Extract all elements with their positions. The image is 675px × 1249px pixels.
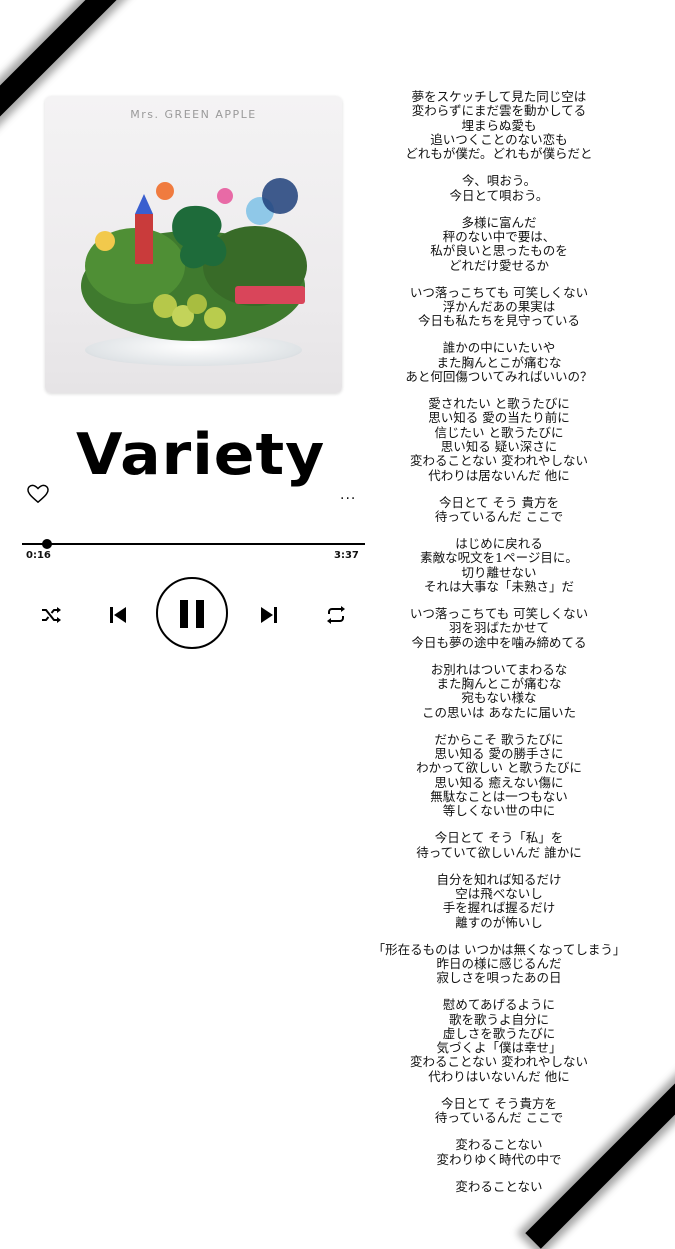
lyrics-stanza: 変わることない bbox=[358, 1178, 640, 1194]
lyric-line: 今、唄おう。 bbox=[461, 173, 537, 189]
current-time: 0:16 bbox=[26, 550, 51, 561]
lyric-line: 今日とて そう貴方を bbox=[440, 1095, 558, 1111]
lyrics-stanza: お別れはついてまわるな また胸んとこが痛むな 宛もない様な この思いは あなたに届いた bbox=[358, 661, 640, 720]
lyrics-stanza: いつ落っこちても 可笑しくない 羽を羽ばたかせて 今日も夢の途中を噛み締めてる bbox=[358, 605, 640, 650]
lyrics-stanza: 今日とて そう貴方を 待っているんだ ここで bbox=[358, 1095, 640, 1126]
lyric-line: 待っているんだ ここで bbox=[434, 1110, 564, 1126]
lyric-line: また胸んとこが痛むな bbox=[436, 354, 562, 370]
lyric-line: 今日も私たちを見守っている bbox=[418, 313, 580, 329]
lyric-line: 今日とて そう「私」を bbox=[434, 830, 564, 846]
pause-icon bbox=[180, 600, 188, 628]
lyric-line: それは大事な「未熟さ」だ bbox=[423, 578, 574, 594]
lyric-line: 慰めてあげるように bbox=[442, 997, 556, 1013]
lyric-line: 思い知る 癒えない傷に bbox=[434, 774, 564, 790]
next-track-icon[interactable] bbox=[257, 603, 281, 627]
lyric-line: 今日とて唄おう。 bbox=[449, 187, 549, 203]
lyric-line: 代わりは居ないんだ 他に bbox=[428, 467, 570, 483]
lyric-line: 今日とて そう 貴方を bbox=[438, 494, 560, 510]
lyric-line: 浮かんだあの果実は bbox=[442, 298, 556, 314]
lyric-line: 気づくよ「僕は幸せ」 bbox=[436, 1040, 562, 1056]
lyric-line: 秤のない中で要は、 bbox=[442, 228, 556, 244]
lyric-line: 虚しさを歌うたびに bbox=[442, 1025, 556, 1041]
lyrics-stanza: 今、唄おう。 今日とて唄おう。 bbox=[358, 173, 640, 203]
progress-knob[interactable] bbox=[42, 539, 53, 549]
lyric-line: どれだけ愛せるか bbox=[448, 257, 549, 273]
lyric-line: 変わることない bbox=[455, 1137, 543, 1153]
lyric-line: 寂しさを唄ったあの日 bbox=[436, 970, 562, 986]
more-options-icon[interactable]: ... bbox=[340, 487, 356, 503]
pause-icon-bar bbox=[196, 600, 204, 628]
lyric-line: 無駄なことは一つもない bbox=[430, 788, 568, 804]
lyric-line: 変わることない 変われやしない bbox=[410, 1054, 588, 1070]
lyric-line: お別れはついてまわるな bbox=[430, 661, 568, 677]
lyric-line: 空は飛べないし bbox=[455, 885, 543, 901]
lyric-line: いつ落っこちても 可笑しくない bbox=[409, 605, 589, 621]
lyric-line: 「形在るものは いつかは無くなってしまう」 bbox=[372, 941, 626, 957]
lyric-line: 羽を羽ばたかせて bbox=[448, 620, 549, 636]
lyric-line: 等しくない世の中に bbox=[442, 803, 556, 819]
lyric-line: 素敵な呪文を1ページ目に。 bbox=[420, 550, 578, 566]
lyric-line: 離すのが怖いし bbox=[455, 914, 543, 930]
lyric-line: 待っていて欲しいんだ 誰かに bbox=[416, 844, 582, 860]
lyric-line: 追いつくことのない恋も bbox=[430, 131, 568, 147]
lyric-line: 信じたい と歌うたびに bbox=[434, 424, 564, 440]
pause-button[interactable] bbox=[156, 577, 228, 649]
lyric-line: 思い知る 疑い深さに bbox=[440, 438, 558, 454]
lyrics-stanza: 多様に富んだ 秤のない中で要は、 私が良いと思ったものを どれだけ愛せるか bbox=[358, 214, 640, 273]
lyric-line: 昨日の様に感じるんだ bbox=[436, 955, 562, 971]
album-bouquet-illustration bbox=[81, 178, 307, 341]
lyric-line: 夢をスケッチして見た同じ空は bbox=[411, 89, 587, 104]
lyric-line: はじめに戻れる bbox=[455, 536, 543, 551]
lyrics-stanza: 自分を知れば知るだけ 空は飛べないし 手を握れば握るだけ 離すのが怖いし bbox=[358, 871, 640, 930]
lyric-line: わかって欲しい と歌うたびに bbox=[416, 760, 582, 776]
lyrics-stanza: 誰かの中にいたいや また胸んとこが痛むな あと何回傷ついてみればいいの？ bbox=[358, 341, 640, 384]
lyric-line: 埋まらぬ愛も bbox=[461, 117, 537, 133]
lyric-line: 私が良いと思ったものを bbox=[430, 243, 568, 259]
previous-track-icon[interactable] bbox=[106, 603, 130, 627]
lyric-line: 思い知る 愛の当たり前に bbox=[428, 410, 570, 426]
album-artist-name: Mrs. GREEN APPLE bbox=[130, 108, 257, 121]
lyric-line: いつ落っこちても 可笑しくない bbox=[409, 284, 589, 300]
total-time: 3:37 bbox=[334, 550, 359, 561]
lyrics-stanza: だからこそ 歌うたびに 思い知る 愛の勝手さに わかって欲しい と歌うたびに 思い知る… bbox=[358, 731, 640, 819]
lyric-line: 今日も夢の途中を噛み締めてる bbox=[411, 634, 587, 650]
lyrics-stanza: 夢をスケッチして見た同じ空は 変わらずにまだ雲を動かしてる 埋まらぬ愛も 追いつくこと… bbox=[358, 89, 640, 162]
lyric-line: また胸んとこが痛むな bbox=[436, 675, 562, 691]
lyric-line: 多様に富んだ bbox=[461, 214, 537, 230]
lyric-line: 宛もない様な bbox=[461, 690, 537, 706]
lyric-line: どれもが僕だ。どれもが僕らだと bbox=[405, 146, 593, 162]
repeat-icon[interactable] bbox=[324, 603, 348, 627]
lyric-line: 変わることない bbox=[455, 1178, 543, 1194]
lyrics-stanza: いつ落っこちても 可笑しくない 浮かんだあの果実は 今日も私たちを見守っている bbox=[358, 284, 640, 329]
lyric-line: 自分を知れば知るだけ bbox=[436, 871, 562, 887]
lyrics-stanza: 今日とて そう「私」を 待っていて欲しいんだ 誰かに bbox=[358, 830, 640, 860]
lyric-line: あと何回傷ついてみればいいの？ bbox=[405, 368, 593, 384]
lyrics-stanza: はじめに戻れる 素敵な呪文を1ページ目に。 切り離せない それは大事な「未熟さ」だ bbox=[358, 536, 640, 594]
progress-bar[interactable] bbox=[22, 543, 365, 545]
lyric-line: だからこそ 歌うたびに bbox=[434, 731, 564, 747]
lyrics-stanza: 「形在るものは いつかは無くなってしまう」 昨日の様に感じるんだ 寂しさを唄ったあの… bbox=[358, 941, 640, 986]
shuffle-icon[interactable] bbox=[39, 603, 63, 627]
lyric-line: 思い知る 愛の勝手さに bbox=[434, 745, 564, 761]
lyric-line: 変わりゆく時代の中で bbox=[436, 1151, 562, 1167]
lyrics-panel: 夢をスケッチして見た同じ空は 変わらずにまだ雲を動かしてる 埋まらぬ愛も 追いつくこと… bbox=[358, 89, 640, 1207]
lyric-line: 切り離せない bbox=[461, 564, 537, 580]
lyric-line: 代わりはいないんだ 他に bbox=[428, 1068, 570, 1084]
heart-icon[interactable] bbox=[27, 484, 49, 504]
lyrics-stanza: 慰めてあげるように 歌を歌うよ自分に 虚しさを歌うたびに 気づくよ「僕は幸せ」 変わるこ… bbox=[358, 997, 640, 1084]
lyric-line: 誰かの中にいたいや bbox=[442, 340, 556, 356]
lyric-line: 手を握れば握るだけ bbox=[442, 900, 556, 916]
lyric-line: 変わらずにまだ雲を動かしてる bbox=[411, 103, 587, 119]
lyric-line: 歌を歌うよ自分に bbox=[448, 1011, 549, 1027]
song-title: Variety bbox=[76, 421, 326, 489]
lyric-line: 待っているんだ ここで bbox=[434, 508, 564, 524]
lyric-line: この思いは あなたに届いた bbox=[422, 704, 576, 720]
lyric-line: 愛されたい と歌うたびに bbox=[428, 396, 570, 412]
lyrics-stanza: 愛されたい と歌うたびに 思い知る 愛の当たり前に 信じたい と歌うたびに 思い知る … bbox=[358, 396, 640, 483]
album-artwork: Mrs. GREEN APPLE bbox=[45, 96, 342, 393]
lyrics-stanza: 変わることない 変わりゆく時代の中で bbox=[358, 1137, 640, 1167]
lyrics-stanza: 今日とて そう 貴方を 待っているんだ ここで bbox=[358, 494, 640, 525]
lyric-line: 変わることない 変われやしない bbox=[410, 453, 588, 469]
